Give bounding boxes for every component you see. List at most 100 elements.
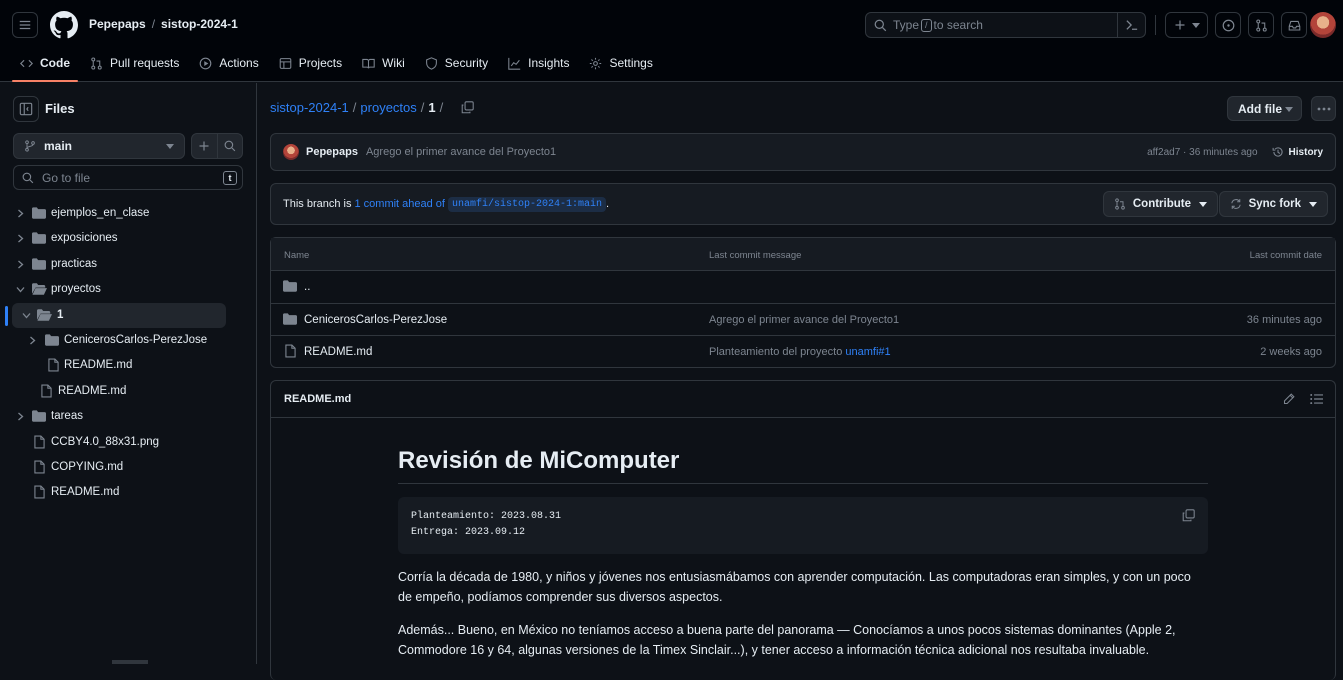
contribute-label: Contribute	[1132, 198, 1191, 210]
top-header: Pepepaps / sistop-2024-1 Type / to search …	[0, 0, 1343, 82]
commit-message: Planteamiento del proyecto unamfi#1	[709, 346, 891, 358]
folder-icon	[32, 232, 46, 245]
tab-code[interactable]: Code	[12, 48, 78, 82]
readme-filename[interactable]: README.md	[284, 393, 351, 405]
readme-panel: README.md Revisión de MiComputer Plantea…	[270, 380, 1336, 680]
branch-selector[interactable]: main	[13, 133, 185, 159]
pull-request-icon	[1255, 18, 1267, 32]
tree-item-tareas[interactable]: tareas	[0, 404, 257, 429]
outline-button[interactable]	[1310, 393, 1323, 405]
more-options-button[interactable]	[1311, 96, 1336, 121]
collapse-sidebar-button[interactable]	[13, 96, 39, 122]
search-tree-button[interactable]	[216, 134, 243, 158]
go-to-file-shortcut: t	[223, 171, 237, 185]
github-logo-icon[interactable]	[50, 11, 78, 39]
go-to-file-input[interactable]: Go to file t	[13, 165, 243, 190]
tab-projects[interactable]: Projects	[271, 48, 350, 78]
branch-icon	[25, 140, 35, 152]
user-avatar[interactable]	[1310, 12, 1336, 38]
path-repo-link[interactable]: sistop-2024-1	[270, 100, 349, 115]
readme-title: Revisión de MiComputer	[398, 447, 1208, 484]
tree-item-copying[interactable]: COPYING.md	[0, 455, 257, 480]
tree-item-readme-proyectos[interactable]: README.md	[0, 379, 257, 404]
tab-insights[interactable]: Insights	[500, 48, 577, 78]
tree-item-practicas[interactable]: practicas	[0, 252, 257, 277]
commit-message[interactable]: Agrego el primer avance del Proyecto1	[366, 146, 556, 158]
path-separator: /	[439, 100, 444, 115]
folder-icon	[283, 280, 297, 292]
add-file-button[interactable]	[192, 134, 217, 158]
list-unordered-icon	[1310, 393, 1323, 405]
tab-pull-requests[interactable]: Pull requests	[82, 48, 187, 78]
issues-button[interactable]	[1215, 12, 1241, 38]
tab-label: Settings	[609, 56, 653, 70]
breadcrumb-separator: /	[151, 17, 156, 31]
branch-status-bar: This branch is 1 commit ahead of unamfi/…	[270, 183, 1336, 225]
pull-requests-button[interactable]	[1248, 12, 1274, 38]
author-avatar[interactable]	[283, 144, 299, 160]
file-name-link[interactable]: CenicerosCarlos-PerezJose	[304, 314, 447, 326]
file-icon	[34, 485, 45, 499]
file-name-link[interactable]: README.md	[304, 346, 372, 358]
tree-item-ccby-png[interactable]: CCBY4.0_88x31.png	[0, 430, 257, 455]
horizontal-scrollbar-thumb[interactable]	[112, 660, 148, 664]
tab-label: Wiki	[382, 56, 405, 70]
contribute-button[interactable]: Contribute	[1102, 191, 1218, 217]
issue-icon	[1222, 19, 1234, 31]
create-new-button[interactable]	[1165, 12, 1208, 38]
edit-readme-button[interactable]	[1283, 393, 1295, 405]
parent-directory-link[interactable]: ..	[304, 281, 310, 293]
caret-down-icon	[1285, 107, 1293, 112]
add-file-button[interactable]: Add file	[1227, 96, 1302, 121]
path-folder-link[interactable]: proyectos	[360, 100, 416, 115]
tree-item-ejemplos-en-clase[interactable]: ejemplos_en_clase	[0, 201, 257, 226]
caret-down-icon	[1199, 201, 1207, 207]
book-icon	[362, 58, 375, 68]
tree-item-readme-1[interactable]: README.md	[0, 353, 257, 378]
commit-message-link[interactable]: Planteamiento del proyecto	[709, 346, 842, 358]
col-name: Name	[284, 250, 310, 261]
graph-icon	[508, 57, 521, 70]
tree-item-cenicerosCarlos[interactable]: CenicerosCarlos-PerezJose	[0, 328, 257, 353]
owner-link[interactable]: Pepepaps	[89, 17, 146, 31]
tab-security[interactable]: Security	[417, 48, 496, 78]
file-icon	[285, 344, 296, 358]
search-input[interactable]: Type / to search	[865, 12, 1146, 38]
folder-icon	[32, 410, 46, 422]
table-row-parent[interactable]: ..	[271, 271, 1335, 304]
tree-item-exposiciones[interactable]: exposiciones	[0, 226, 257, 251]
sync-icon	[1230, 199, 1241, 209]
history-button[interactable]: History	[1272, 146, 1323, 158]
readme-content: Revisión de MiComputer Planteamiento: 20…	[398, 419, 1208, 660]
command-palette-button[interactable]	[1117, 13, 1145, 37]
commit-message-link[interactable]: Agrego el primer avance del Proyecto1	[709, 314, 899, 326]
tree-item-label: README.md	[58, 384, 127, 397]
commit-author[interactable]: Pepepaps	[306, 146, 358, 158]
sync-fork-button[interactable]: Sync fork	[1218, 191, 1328, 217]
code-icon	[20, 59, 33, 67]
file-icon	[41, 384, 52, 398]
table-row[interactable]: CenicerosCarlos-PerezJose Agrego el prim…	[271, 304, 1335, 336]
tree-item-label: ejemplos_en_clase	[51, 207, 150, 219]
branch-status-end: .	[606, 198, 610, 210]
commit-meta[interactable]: aff2ad7 · 36 minutes ago	[1147, 147, 1257, 158]
table-row[interactable]: README.md Planteamiento del proyecto una…	[271, 336, 1335, 369]
copy-code-button[interactable]	[1182, 509, 1195, 522]
issue-reference-link[interactable]: unamfi#1	[845, 346, 890, 358]
tab-settings[interactable]: Settings	[581, 48, 660, 78]
tab-wiki[interactable]: Wiki	[354, 48, 413, 78]
chevron-right-icon	[18, 234, 24, 243]
menu-button[interactable]	[12, 12, 38, 38]
inbox-button[interactable]	[1281, 12, 1307, 38]
folder-icon	[32, 207, 46, 219]
tab-actions[interactable]: Actions	[191, 48, 266, 78]
readme-header: README.md	[271, 381, 1335, 418]
file-tree-sidebar: Files main Go to file t ejemplos_en_clas…	[0, 83, 257, 664]
tree-item-readme-root[interactable]: README.md	[0, 480, 257, 505]
repo-link[interactable]: sistop-2024-1	[161, 17, 238, 31]
copy-path-button[interactable]	[461, 101, 474, 114]
commits-ahead-link[interactable]: 1 commit ahead of	[354, 198, 445, 210]
tree-item-proyectos[interactable]: proyectos	[0, 277, 257, 302]
upstream-ref[interactable]: unamfi/sistop-2024-1:main	[447, 196, 607, 212]
tree-item-1-selected[interactable]: 1	[5, 302, 226, 328]
